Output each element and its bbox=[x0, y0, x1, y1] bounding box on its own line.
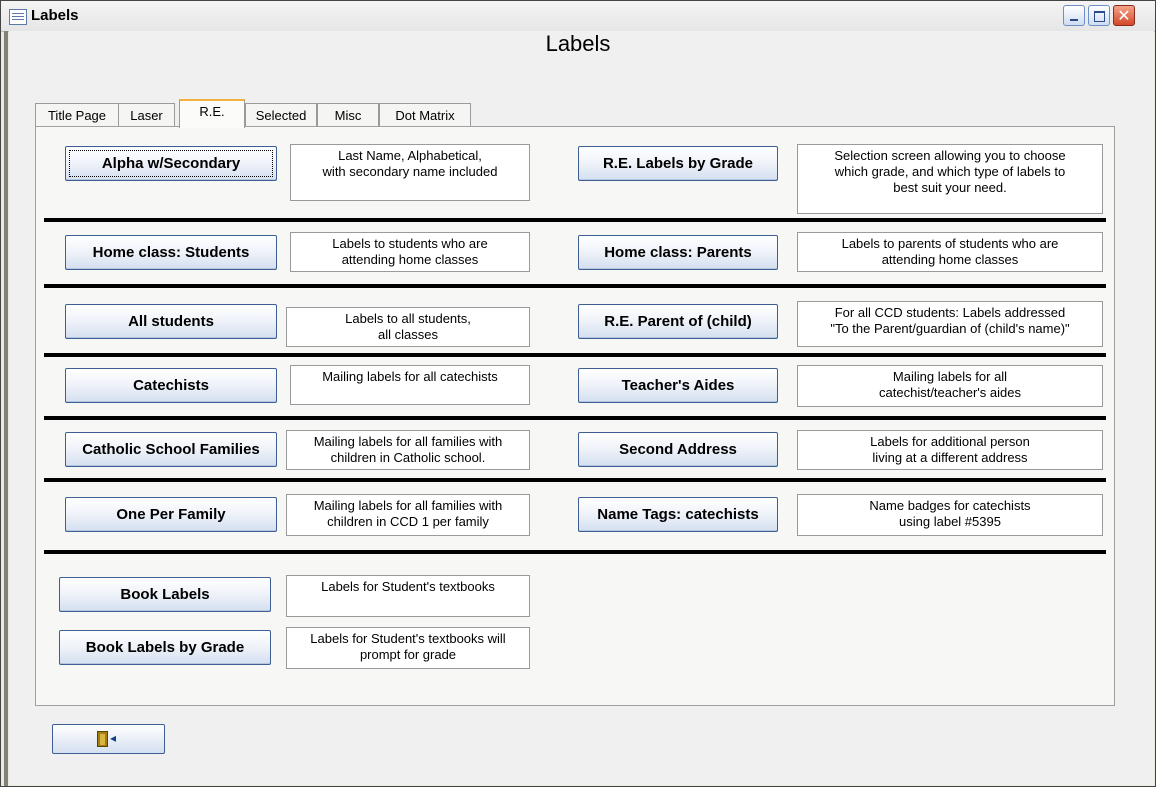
book-labels-button[interactable]: Book Labels bbox=[59, 577, 271, 612]
home-class-parents-button[interactable]: Home class: Parents bbox=[578, 235, 778, 270]
alpha-w-secondary-description: Last Name, Alphabetical, with secondary … bbox=[290, 144, 530, 201]
close-button[interactable]: ✕ bbox=[1113, 5, 1135, 26]
catholic-school-families-button[interactable]: Catholic School Families bbox=[65, 432, 277, 467]
all-students-description: Labels to all students, all classes bbox=[286, 307, 530, 347]
minimize-button[interactable] bbox=[1063, 5, 1085, 26]
tab-re[interactable]: R.E. bbox=[179, 99, 245, 128]
book-labels-description: Labels for Student's textbooks bbox=[286, 575, 530, 617]
teachers-aides-description: Mailing labels for all catechist/teacher… bbox=[797, 365, 1103, 407]
all-students-button[interactable]: All students bbox=[65, 304, 277, 339]
exit-door-icon bbox=[97, 731, 108, 747]
catholic-school-families-description: Mailing labels for all families with chi… bbox=[286, 430, 530, 470]
window-title: Labels bbox=[31, 7, 79, 24]
close-icon: ✕ bbox=[1117, 6, 1131, 25]
re-parent-of-child-description: For all CCD students: Labels addressed "… bbox=[797, 301, 1103, 347]
home-class-students-button[interactable]: Home class: Students bbox=[65, 235, 277, 270]
title-bar[interactable]: Labels ✕ bbox=[1, 1, 1155, 32]
alpha-w-secondary-button[interactable]: Alpha w/Secondary bbox=[65, 146, 277, 181]
tab-misc[interactable]: Misc bbox=[317, 103, 379, 126]
teachers-aides-button[interactable]: Teacher's Aides bbox=[578, 368, 778, 403]
form-icon bbox=[9, 9, 27, 25]
name-tags-catechists-description: Name badges for catechists using label #… bbox=[797, 494, 1103, 536]
tab-dot-matrix[interactable]: Dot Matrix bbox=[379, 103, 471, 126]
separator-line bbox=[44, 218, 1106, 222]
re-parent-of-child-button[interactable]: R.E. Parent of (child) bbox=[578, 304, 778, 339]
home-class-students-description: Labels to students who are attending hom… bbox=[290, 232, 530, 272]
catechists-button[interactable]: Catechists bbox=[65, 368, 277, 403]
catechists-description: Mailing labels for all catechists bbox=[290, 365, 530, 405]
separator-line bbox=[44, 284, 1106, 288]
name-tags-catechists-button[interactable]: Name Tags: catechists bbox=[578, 497, 778, 532]
second-address-button[interactable]: Second Address bbox=[578, 432, 778, 467]
exit-button[interactable]: ◂ bbox=[52, 724, 165, 754]
separator-line bbox=[44, 353, 1106, 357]
arrow-left-icon: ◂ bbox=[110, 731, 117, 745]
separator-line bbox=[44, 550, 1106, 554]
separator-line bbox=[44, 478, 1106, 482]
home-class-parents-description: Labels to parents of students who are at… bbox=[797, 232, 1103, 272]
re-labels-by-grade-description: Selection screen allowing you to choose … bbox=[797, 144, 1103, 214]
book-labels-by-grade-button[interactable]: Book Labels by Grade bbox=[59, 630, 271, 665]
form-title: Labels bbox=[545, 31, 611, 56]
tab-title-page[interactable]: Title Page bbox=[35, 103, 119, 126]
separator-line bbox=[44, 416, 1106, 420]
maximize-button[interactable] bbox=[1088, 5, 1110, 26]
second-address-description: Labels for additional person living at a… bbox=[797, 430, 1103, 470]
re-labels-by-grade-button[interactable]: R.E. Labels by Grade bbox=[578, 146, 778, 181]
one-per-family-button[interactable]: One Per Family bbox=[65, 497, 277, 532]
book-labels-by-grade-description: Labels for Student's textbooks will prom… bbox=[286, 627, 530, 669]
one-per-family-description: Mailing labels for all families with chi… bbox=[286, 494, 530, 536]
tab-laser[interactable]: Laser bbox=[118, 103, 175, 126]
window-left-border bbox=[4, 31, 8, 786]
tab-selected[interactable]: Selected bbox=[245, 103, 317, 126]
